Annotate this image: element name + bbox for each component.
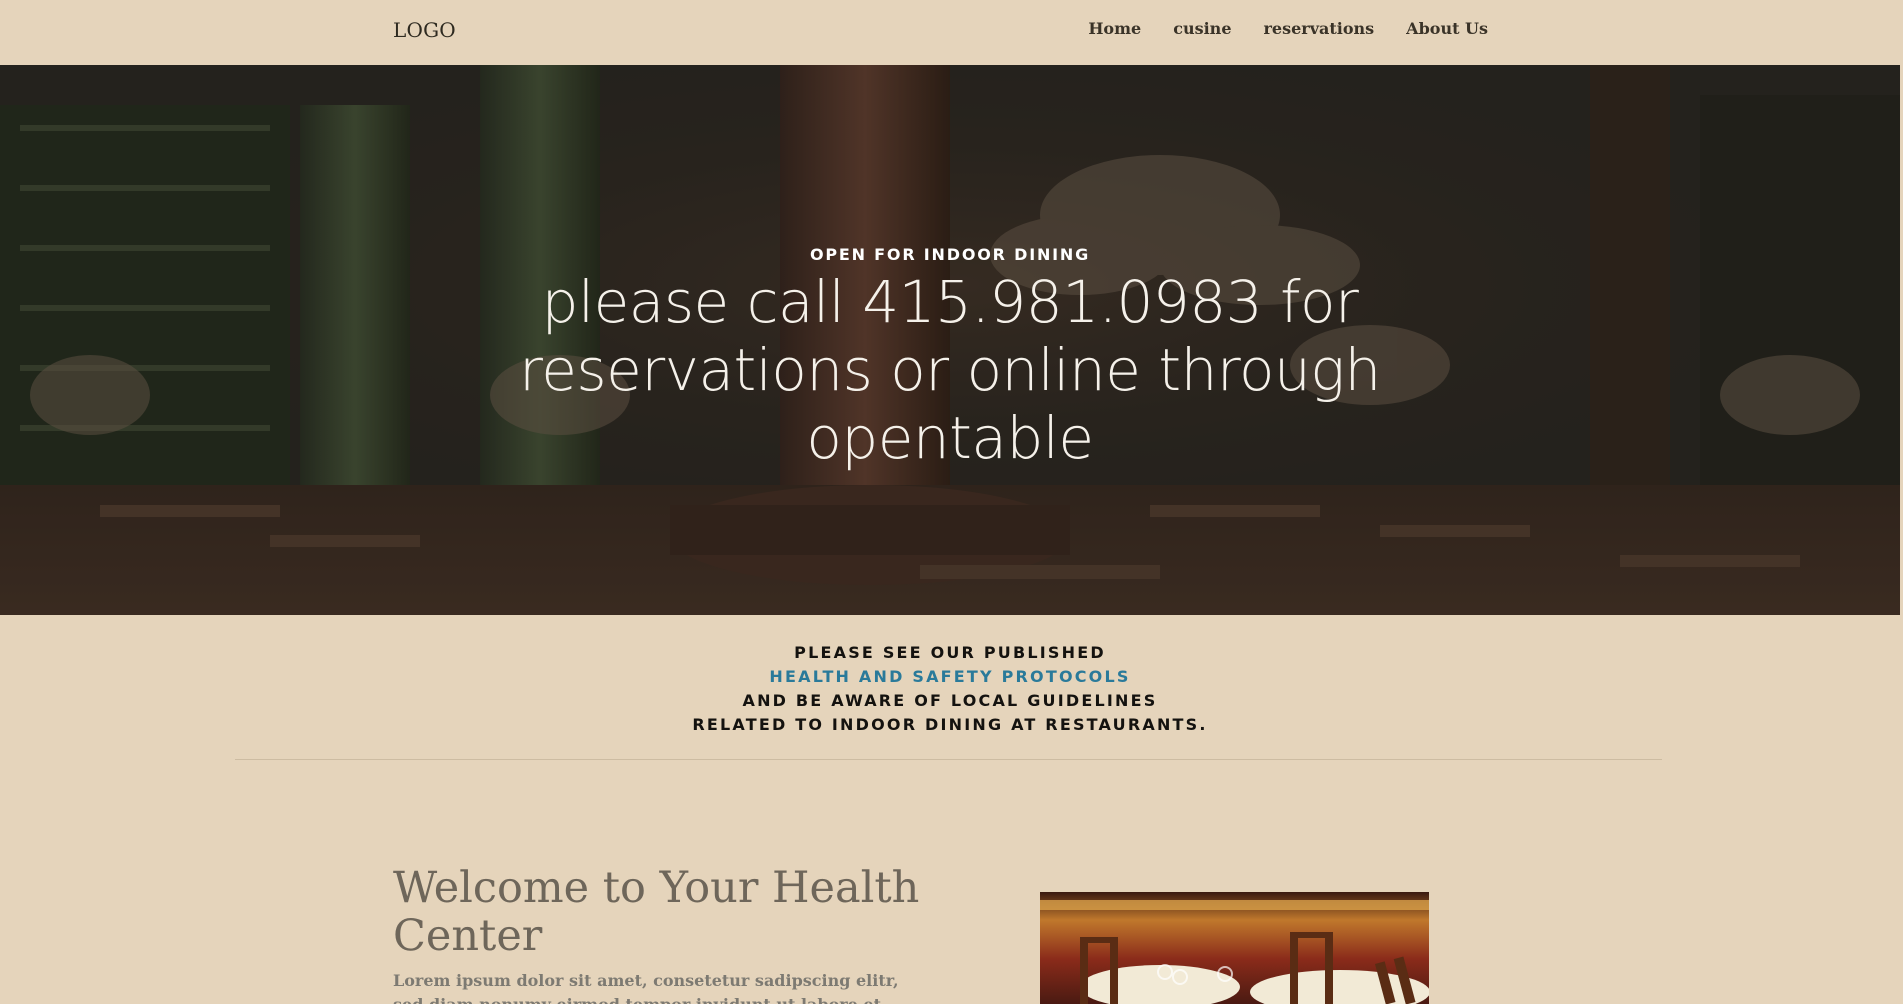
navbar: LOGO Home cusine reservations About Us [0,0,1903,65]
hero-kicker: OPEN FOR INDOOR DINING [809,245,1091,264]
nav-link-home[interactable]: Home [1088,19,1141,38]
notice-line-4: RELATED TO INDOOR DINING AT RESTAURANTS. [692,715,1208,734]
health-notice: PLEASE SEE OUR PUBLISHED HEALTH AND SAFE… [0,641,1900,737]
nav-link-reservations[interactable]: reservations [1264,19,1375,38]
nav-menu: Home cusine reservations About Us [1088,19,1488,38]
dining-room-photo-art [1040,892,1429,1004]
hero-heading: please call 415.981.0983 for reservation… [519,268,1381,472]
health-safety-link[interactable]: HEALTH AND SAFETY PROTOCOLS [769,667,1130,686]
welcome-text: Lorem ipsum dolor sit amet, consetetur s… [393,971,899,1004]
hero-content: OPEN FOR INDOOR DINING please call 415.9… [0,245,1900,472]
page: LOGO Home cusine reservations About Us O… [0,0,1903,1004]
notice-line-3: AND BE AWARE OF LOCAL GUIDELINES [742,691,1158,710]
hero-banner: OPEN FOR INDOOR DINING please call 415.9… [0,65,1900,615]
section-divider [235,759,1662,760]
dining-room-photo [1040,892,1429,1004]
welcome-title: Welcome to Your Health Center [393,863,920,961]
notice-line-1: PLEASE SEE OUR PUBLISHED [794,643,1106,662]
nav-link-about-us[interactable]: About Us [1406,19,1488,38]
nav-link-cusine[interactable]: cusine [1173,19,1231,38]
logo[interactable]: LOGO [393,18,456,42]
